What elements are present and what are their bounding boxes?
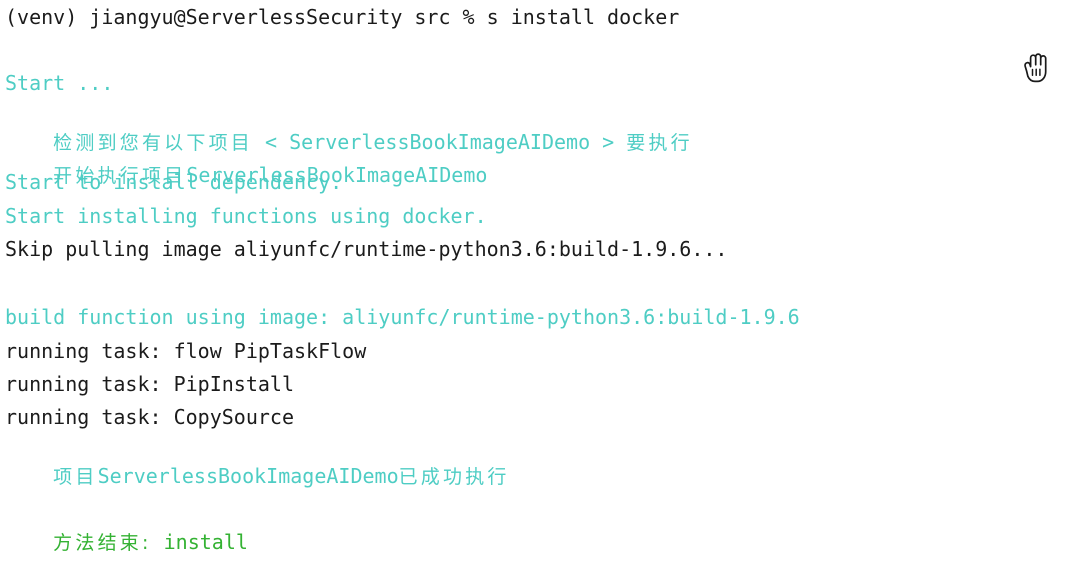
- project-success-cjk-prefix: 项目: [53, 466, 98, 488]
- terminal-output-task-flow: running task: flow PipTaskFlow: [5, 339, 367, 363]
- terminal-output-start: Start ...: [5, 71, 114, 95]
- terminal-output-task-copysource: running task: CopySource: [5, 405, 294, 429]
- terminal-output-install-dependency: Start to install dependency.: [5, 170, 343, 194]
- project-success-project-name: ServerlessBookImageAIDemo: [97, 464, 399, 488]
- grab-hand-cursor-icon: [1018, 50, 1052, 86]
- method-end-cjk-prefix: 方法结束:: [53, 532, 152, 554]
- terminal-output-project-success: 项目ServerlessBookImageAIDemo已成功执行: [5, 437, 510, 488]
- terminal-output-build-function: build function using image: aliyunfc/run…: [5, 305, 800, 329]
- terminal-output-method-end: 方法结束: install: [5, 503, 248, 554]
- terminal-output-begin-exec: 开始执行项目ServerlessBookImageAIDemo: [5, 136, 487, 187]
- terminal-output-task-pipinstall: running task: PipInstall: [5, 372, 294, 396]
- terminal-output-skip-pulling: Skip pulling image aliyunfc/runtime-pyth…: [5, 237, 728, 261]
- terminal-output-detect-project: 检测到您有以下项目 < ServerlessBookImageAIDemo > …: [5, 103, 693, 154]
- terminal-window[interactable]: (venv) jiangyu@ServerlessSecurity src % …: [0, 0, 1080, 554]
- terminal-prompt-line: (venv) jiangyu@ServerlessSecurity src % …: [5, 5, 680, 29]
- method-end-method-name: install: [151, 530, 248, 554]
- detect-project-cjk-suffix: 要执行: [626, 132, 693, 154]
- project-success-cjk-suffix: 已成功执行: [398, 466, 510, 488]
- terminal-output-installing-functions: Start installing functions using docker.: [5, 204, 487, 228]
